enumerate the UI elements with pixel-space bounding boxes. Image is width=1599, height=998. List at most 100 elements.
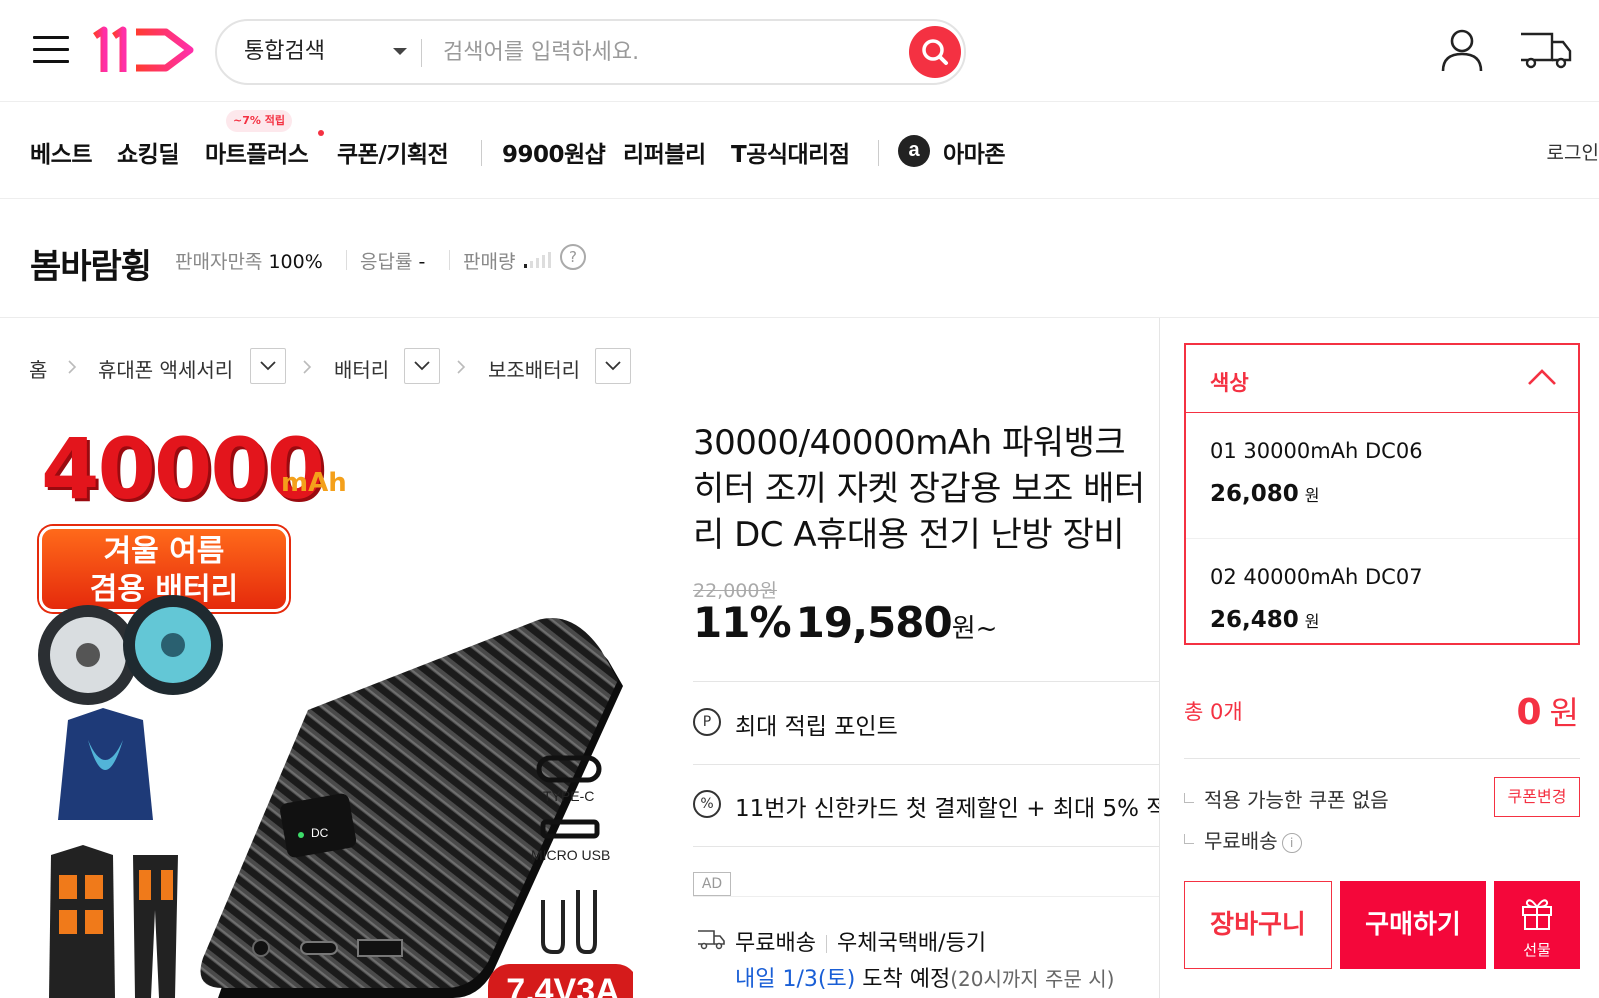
gift-label: 선물 <box>1523 941 1551 959</box>
menu-icon[interactable] <box>33 34 69 66</box>
nav-item-t-official[interactable]: T공식대리점 <box>731 135 850 169</box>
sales-label: 판매량 <box>463 251 516 273</box>
shipping-truck-icon <box>698 930 725 950</box>
breadcrumb-battery[interactable]: 배터리 <box>334 354 389 383</box>
max-point-label[interactable]: 최대 적립 포인트 <box>735 707 898 741</box>
satisfaction-label: 판매자만족 <box>175 251 263 273</box>
nav-item-best[interactable]: 베스트 <box>30 135 92 169</box>
point-icon: P <box>693 708 721 736</box>
search-scope-select[interactable]: 통합검색 <box>244 21 325 83</box>
search-icon <box>922 39 948 65</box>
arrival-note: (20시까지 주문 시) <box>950 967 1115 991</box>
seller-satisfaction: 판매자만족 100% <box>175 247 323 274</box>
seller-name[interactable]: 봄바람휭 <box>30 239 152 288</box>
option-selector: 색상 01 30000mAh DC06 26,080 원 02 40000mAh … <box>1184 343 1580 645</box>
option-name: 02 40000mAh DC07 <box>1210 565 1423 589</box>
login-link[interactable]: 로그인 <box>1547 138 1599 165</box>
breadcrumb-dropdown[interactable] <box>250 348 286 384</box>
price-unit: 원~ <box>951 614 998 644</box>
divider <box>693 764 1163 765</box>
card-promo-text[interactable]: 11번가 신한카드 첫 결제할인 + 최대 5% 적립 <box>735 789 1163 823</box>
breadcrumb-dropdown[interactable] <box>404 348 440 384</box>
search-button[interactable] <box>909 26 961 78</box>
option-title: 색상 <box>1210 371 1249 395</box>
top-header: 통합검색 <box>0 0 1599 102</box>
shipping-note: 무료배송 i <box>1184 825 1302 854</box>
gift-icon <box>1522 899 1552 930</box>
delivery-truck-icon[interactable] <box>1518 28 1574 72</box>
divider <box>693 896 1163 897</box>
seller-bar: 봄바람휭 판매자만족 100% 응답률 - 판매량 ? <box>0 199 1599 318</box>
option-item[interactable]: 01 30000mAh DC06 26,080 원 <box>1186 413 1578 539</box>
arrival-date: 내일 1/3(토) <box>735 967 856 992</box>
micro-usb-label: MICRO USB <box>531 847 611 863</box>
voltage-badge: 7.4V3A <box>488 964 633 998</box>
capacity-unit: mAh <box>281 468 347 498</box>
category-nav: 베스트 쇼킹딜 ~7% 적립 마트플러스 쿠폰/기획전 9900원샵 리퍼블리 … <box>0 102 1599 199</box>
divider <box>481 140 482 166</box>
divider <box>1184 758 1580 759</box>
order-panel: 색상 01 30000mAh DC06 26,080 원 02 40000mAh … <box>1159 318 1599 998</box>
option-price: 26,080 원 <box>1210 481 1320 507</box>
option-item[interactable]: 02 40000mAh DC07 26,480 원 <box>1186 539 1578 665</box>
divider <box>693 681 1163 682</box>
chevron-down-icon <box>605 361 621 371</box>
help-icon[interactable]: ? <box>560 244 586 270</box>
nav-item-refurbly[interactable]: 리퍼블리 <box>623 135 706 169</box>
nav-item-9900[interactable]: 9900원샵 <box>502 135 606 169</box>
chevron-down-icon <box>414 361 430 371</box>
chevron-right-icon <box>303 360 312 374</box>
coupon-change-button[interactable]: 쿠폰변경 <box>1494 777 1580 817</box>
buy-now-button[interactable]: 구매하기 <box>1340 881 1486 969</box>
option-name: 01 30000mAh DC06 <box>1210 439 1423 463</box>
search-bar: 통합검색 <box>215 19 966 85</box>
divider <box>346 250 347 270</box>
arrival-info: 내일 1/3(토) 도착 예정(20시까지 주문 시) <box>735 961 1114 993</box>
breadcrumb-power-bank[interactable]: 보조배터리 <box>488 354 580 383</box>
reward-badge: ~7% 적립 <box>226 110 292 132</box>
nav-item-mart-plus[interactable]: 마트플러스 <box>205 135 309 169</box>
price-line: 11% 19,580원~ <box>693 598 997 647</box>
breadcrumb-phone-accessories[interactable]: 휴대폰 액세서리 <box>98 354 233 383</box>
divider <box>449 250 450 270</box>
satisfaction-value: 100% <box>268 251 323 273</box>
total-amount: 0원 <box>1516 692 1579 733</box>
arrival-text: 도착 예정 <box>855 967 951 992</box>
sales-level-bars-icon <box>524 252 551 268</box>
nav-item-amazon[interactable]: 아마존 <box>943 135 1005 169</box>
product-title: 30000/40000mAh 파워뱅크 히터 조끼 자켓 장갑용 보조 배터리 … <box>693 423 1145 555</box>
total-count: 총 0개 <box>1184 700 1243 724</box>
chevron-right-icon <box>68 360 77 374</box>
discount-percent-icon: % <box>693 790 721 818</box>
user-icon[interactable] <box>1439 26 1485 74</box>
shipping-info: 무료배송 우체국택배/등기 <box>735 925 986 957</box>
sale-price: 19,580 <box>795 598 953 647</box>
nav-item-coupon[interactable]: 쿠폰/기획전 <box>337 135 449 169</box>
add-to-cart-button[interactable]: 장바구니 <box>1184 881 1332 969</box>
product-image[interactable]: 40000 mAh 겨울 여름 겸용 배터리 TYPE-C MICRO USB … <box>33 420 633 998</box>
new-dot-indicator <box>318 130 324 136</box>
divider <box>878 140 879 166</box>
shipping-fee: 무료배송 <box>735 931 816 956</box>
breadcrumb-dropdown[interactable] <box>595 348 631 384</box>
info-icon[interactable]: i <box>1281 833 1302 853</box>
chevron-down-icon <box>260 361 276 371</box>
chevron-right-icon <box>457 360 466 374</box>
shipping-method: 우체국택배/등기 <box>836 931 987 956</box>
search-input[interactable] <box>443 33 883 71</box>
amazon-icon[interactable]: a <box>898 135 930 167</box>
response-label: 응답률 <box>360 251 413 273</box>
chevron-up-icon[interactable] <box>1526 367 1558 387</box>
season-line-1: 겨울 여름 <box>103 534 225 569</box>
discount-rate: 11% <box>693 598 792 647</box>
breadcrumb-home[interactable]: 홈 <box>29 354 47 383</box>
dc-label: DC <box>311 826 329 840</box>
11st-logo[interactable] <box>92 22 198 78</box>
option-price: 26,480 원 <box>1210 607 1320 633</box>
caret-down-icon[interactable] <box>393 48 407 55</box>
option-header[interactable]: 색상 <box>1186 345 1578 413</box>
gift-button[interactable]: 선물 <box>1494 881 1580 969</box>
nav-item-shocking-deal[interactable]: 쇼킹딜 <box>117 135 179 169</box>
type-c-label: TYPE-C <box>543 788 595 804</box>
divider <box>693 846 1163 847</box>
